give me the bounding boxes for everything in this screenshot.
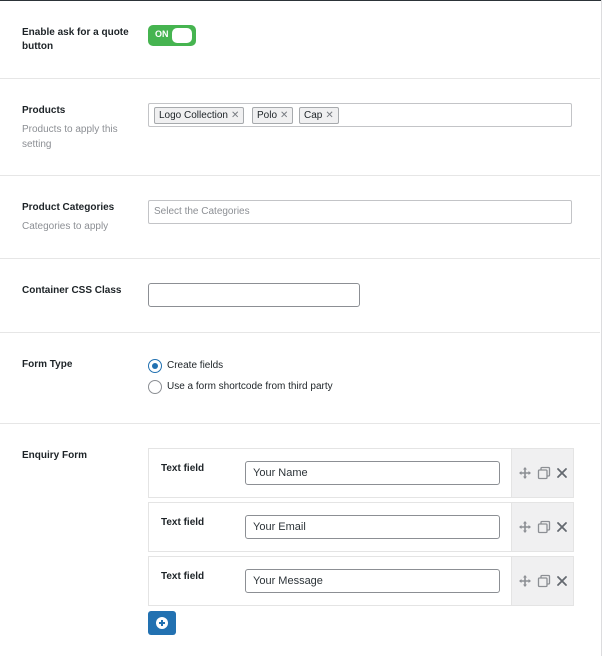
move-icon[interactable]	[518, 520, 532, 534]
field-actions	[511, 503, 573, 551]
toggle-state-text: ON	[155, 29, 169, 39]
remove-tag-icon[interactable]: ✕	[280, 110, 288, 121]
field-type-label: Text field	[161, 571, 205, 582]
remove-icon[interactable]	[555, 466, 569, 480]
categories-select[interactable]: Select the Categories	[148, 200, 572, 224]
categories-description: Categories to apply	[22, 221, 109, 232]
remove-tag-icon[interactable]: ✕	[231, 110, 239, 121]
field-type-label: Text field	[161, 463, 205, 474]
radio-label: Use a form shortcode from third party	[167, 381, 333, 392]
enquiry-field-item: Text field Your Message	[148, 556, 574, 606]
product-tag: Logo Collection ✕	[154, 107, 245, 124]
enable-quote-toggle[interactable]: ON	[148, 25, 196, 46]
products-description: Products to apply this setting	[22, 124, 118, 150]
radio-button[interactable]	[148, 359, 162, 373]
remove-tag-icon[interactable]: ✕	[325, 110, 333, 121]
field-label-input[interactable]: Your Name	[245, 461, 500, 485]
product-tag-label: Polo	[257, 110, 278, 121]
products-select[interactable]: Logo Collection ✕ Polo ✕ Cap ✕	[148, 103, 572, 127]
form-type-label: Form Type	[22, 359, 73, 370]
field-actions	[511, 449, 573, 497]
product-tag: Cap ✕	[299, 107, 339, 124]
product-tag-label: Cap	[304, 110, 323, 121]
categories-label: Product Categories	[22, 202, 115, 213]
remove-icon[interactable]	[555, 520, 569, 534]
setting-row-products: Products Products to apply this setting	[0, 79, 600, 176]
field-label-input[interactable]: Your Email	[245, 515, 500, 539]
field-actions	[511, 557, 573, 605]
duplicate-icon[interactable]	[537, 574, 551, 588]
duplicate-icon[interactable]	[537, 466, 551, 480]
enquiry-field-item: Text field Your Name	[148, 448, 574, 498]
toggle-knob	[172, 28, 192, 43]
radio-label: Create fields	[167, 360, 224, 371]
plus-circle-icon	[156, 617, 168, 629]
setting-row-form-type: Form Type	[0, 333, 600, 424]
container-css-label: Container CSS Class	[22, 285, 122, 296]
remove-icon[interactable]	[555, 574, 569, 588]
product-tag-label: Logo Collection	[159, 110, 228, 121]
product-tag: Polo ✕	[252, 107, 294, 124]
products-label: Products	[22, 105, 66, 116]
enquiry-field-item: Text field Your Email	[148, 502, 574, 552]
enable-quote-label: Enable ask for a quote button	[22, 27, 129, 52]
field-label-input[interactable]: Your Message	[245, 569, 500, 593]
field-type-label: Text field	[161, 517, 205, 528]
container-css-input[interactable]	[148, 283, 360, 307]
move-icon[interactable]	[518, 574, 532, 588]
radio-button[interactable]	[148, 380, 162, 394]
setting-row-enable-quote: Enable ask for a quote button ON	[0, 1, 600, 79]
add-field-button[interactable]	[148, 611, 176, 635]
enquiry-form-label: Enquiry Form	[22, 450, 88, 461]
duplicate-icon[interactable]	[537, 520, 551, 534]
move-icon[interactable]	[518, 466, 532, 480]
